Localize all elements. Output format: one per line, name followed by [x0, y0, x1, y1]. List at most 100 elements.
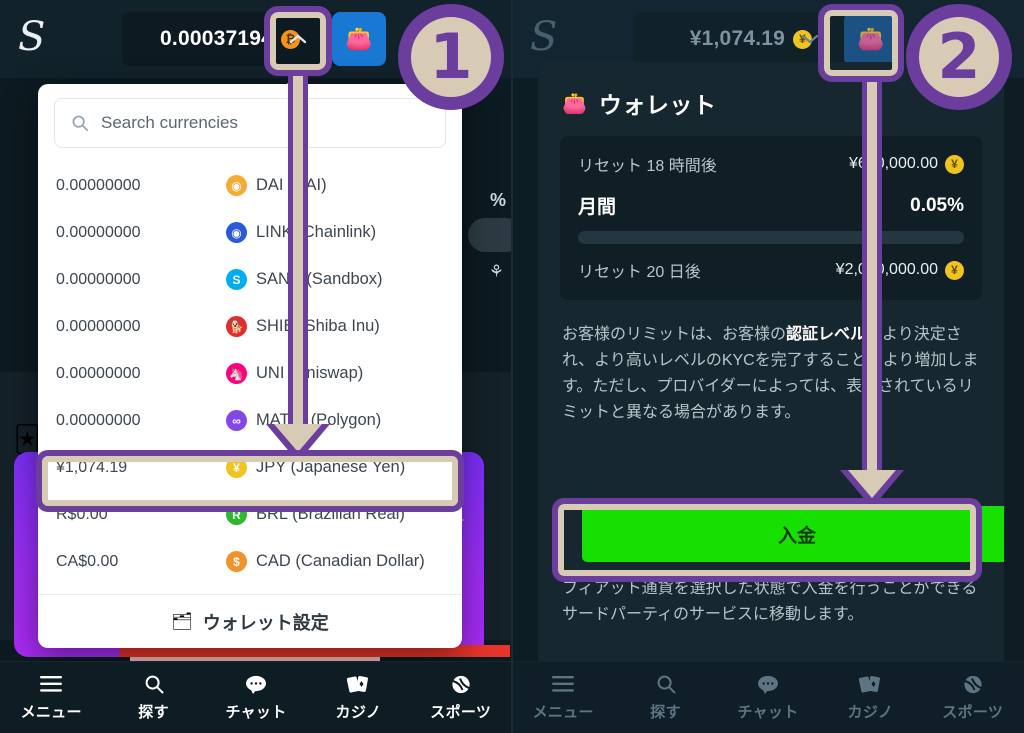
balance-display[interactable]: ¥1,074.19 ¥	[634, 12, 874, 66]
currency-row-link[interactable]: 0.00000000 ◉ LINK (Chainlink)	[38, 209, 462, 256]
currency-amount: 0.00000000	[56, 176, 141, 194]
balance-display[interactable]: 0.00037194 ₿	[122, 12, 362, 66]
nav-item-label: カジノ	[847, 704, 894, 721]
balance-amount: 0.00037194	[160, 27, 273, 50]
currency-name: JPY (Japanese Yen)	[256, 458, 406, 476]
nav-item-chat[interactable]: チャット	[209, 673, 303, 722]
currency-row-uni[interactable]: 0.00000000 🦄 UNI (Uniswap)	[38, 350, 462, 397]
currency-name: DAI (DAI)	[256, 176, 327, 194]
wallet-icon: 👛	[345, 26, 373, 51]
nav-item-search[interactable]: 探す	[107, 673, 201, 722]
chat-icon	[757, 673, 779, 695]
panel-right-wallet: S ¥1,074.19 ¥ 👛 👛 ウォレット ✕	[512, 0, 1024, 733]
currency-row-matic[interactable]: 0.00000000 ∞ MATIC (Polygon)	[38, 397, 462, 444]
nav-item-menu[interactable]: メニュー	[516, 673, 610, 722]
nav-item-label: スポーツ	[430, 704, 492, 721]
limit-monthly-percent: 0.05%	[910, 194, 964, 216]
dai-coin-icon: ◉	[226, 175, 247, 196]
limit-reset-days-label: リセット 20 日後	[578, 264, 701, 281]
currency-amount: 0.00000000	[56, 411, 141, 429]
search-currencies-input[interactable]: Search currencies	[54, 98, 446, 148]
limit-reset-hours-row: リセット 18 時間後 ¥650,000.00 ¥	[578, 152, 964, 176]
currency-identity: R BRL (Brazilian Real)	[226, 504, 405, 525]
annotation-badge-2: 2	[906, 4, 1012, 110]
nav-item-chat[interactable]: チャット	[721, 673, 815, 722]
brand-logo[interactable]: S	[530, 14, 557, 60]
currency-row-sand[interactable]: 0.00000000 S SAND (Sandbox)	[38, 256, 462, 303]
currency-amount: 0.00000000	[56, 317, 141, 335]
currency-amount: R$0.00	[56, 505, 108, 523]
currency-amount: ¥1,074.19	[56, 458, 128, 476]
search-area: Search currencies	[38, 84, 462, 158]
currency-list: 0.00000000 ◉ DAI (DAI) 0.00000000 ◉ LINK (Cha…	[38, 158, 462, 585]
currency-identity: S SAND (Sandbox)	[226, 269, 383, 290]
currency-row-brl[interactable]: R$0.00 R BRL (Brazilian Real)	[38, 491, 462, 538]
currency-row-cad[interactable]: CA$0.00 $ CAD (Canadian Dollar)	[38, 538, 462, 585]
currency-amount: 0.00000000	[56, 270, 141, 288]
note-pre: お客様のリミットは、お客様の	[562, 326, 787, 343]
limit-monthly-row: 月間 0.05%	[578, 192, 964, 219]
currency-name: CAD (Canadian Dollar)	[256, 552, 425, 570]
wallet-sheet: 👛 ウォレット ✕ リセット 18 時間後 ¥650,000.00 ¥ 月間 0…	[538, 62, 1004, 682]
currency-amount: CA$0.00	[56, 552, 119, 570]
background-percent-text: %	[489, 190, 506, 210]
currency-identity: $ CAD (Canadian Dollar)	[226, 551, 425, 572]
nav-item-sports-ball[interactable]: スポーツ	[414, 673, 508, 722]
screenshot-root: % ⚘ 🃏 S 0.00037194 ₿ 👛 Search currencies…	[0, 0, 1024, 733]
nav-item-casino-cards[interactable]: カジノ	[823, 673, 917, 722]
panel-left-currency-selector: % ⚘ 🃏 S 0.00037194 ₿ 👛 Search currencies…	[0, 0, 512, 733]
nav-item-sports-ball[interactable]: スポーツ	[926, 673, 1020, 722]
currency-name: SAND (Sandbox)	[256, 270, 383, 288]
limit-reset-days-row: リセット 20 日後 ¥2,000,000.00 ¥	[578, 258, 964, 282]
menu-icon	[40, 673, 63, 695]
shib-coin-icon: 🐕	[226, 316, 247, 337]
panel-divider	[511, 0, 513, 733]
currency-name: UNI (Uniswap)	[256, 364, 364, 382]
currency-row-dai[interactable]: 0.00000000 ◉ DAI (DAI)	[38, 162, 462, 209]
deposit-button[interactable]: 入金	[582, 506, 1004, 562]
currency-name: SHIB (Shiba Inu)	[256, 317, 380, 335]
wallet-icon: 👛	[562, 92, 587, 115]
wallet-settings-button[interactable]: 🗂 ウォレット設定	[38, 594, 462, 648]
currency-amount: 0.00000000	[56, 223, 141, 241]
currency-dropdown-toggle[interactable]	[272, 12, 324, 66]
search-icon	[71, 114, 89, 132]
link-coin-icon: ◉	[226, 222, 247, 243]
nav-item-menu[interactable]: メニュー	[4, 673, 98, 722]
nav-item-label: スポーツ	[942, 704, 1004, 721]
limits-explanation-text: お客様のリミットは、お客様の認証レベルにより決定され、より高いレベルのKYCを完…	[562, 322, 980, 426]
nav-item-label: メニュー	[20, 704, 82, 721]
currency-identity: ¥ JPY (Japanese Yen)	[226, 457, 405, 478]
search-icon	[656, 673, 676, 695]
nav-item-casino-cards[interactable]: カジノ	[311, 673, 405, 722]
casino-cards-icon	[859, 673, 881, 695]
sports-ball-icon	[962, 673, 984, 695]
currency-dropdown-panel: Search currencies 0.00000000 ◉ DAI (DAI) 0.…	[38, 84, 462, 648]
wallet-sheet-title: ウォレット	[598, 92, 717, 118]
jpy-coin-icon: ¥	[945, 260, 964, 280]
background-pill-shape	[468, 218, 512, 252]
annotation-badge-1: 1	[398, 4, 504, 110]
wallet-button[interactable]: 👛	[332, 12, 386, 66]
sports-ball-icon	[450, 673, 472, 695]
dropdown-caret	[286, 74, 308, 85]
limit-reset-hours-label: リセット 18 時間後	[578, 158, 717, 175]
nav-item-search[interactable]: 探す	[619, 673, 713, 722]
currency-row-jpy[interactable]: ¥1,074.19 ¥ JPY (Japanese Yen)	[38, 444, 462, 491]
chevron-up-icon	[289, 34, 307, 44]
brand-logo[interactable]: S	[18, 14, 45, 60]
currency-identity: ◉ DAI (DAI)	[226, 175, 327, 196]
left-bottom-nav: メニュー 探す チャット カジノ スポーツ	[0, 661, 512, 733]
currency-row-shib[interactable]: 0.00000000 🐕 SHIB (Shiba Inu)	[38, 303, 462, 350]
chat-icon	[245, 673, 267, 695]
wallet-button[interactable]: 👛	[844, 12, 898, 66]
background-cards-icon: 🃏	[14, 424, 41, 454]
sand-coin-icon: S	[226, 269, 247, 290]
currency-identity: ∞ MATIC (Polygon)	[226, 410, 381, 431]
currency-identity: ◉ LINK (Chainlink)	[226, 222, 376, 243]
jpy-coin-icon: ¥	[226, 457, 247, 478]
balance-amount: ¥1,074.19	[689, 27, 785, 50]
limit-monthly-label: 月間	[578, 197, 617, 218]
nav-item-label: カジノ	[335, 704, 382, 721]
currency-dropdown-toggle[interactable]	[784, 12, 836, 66]
